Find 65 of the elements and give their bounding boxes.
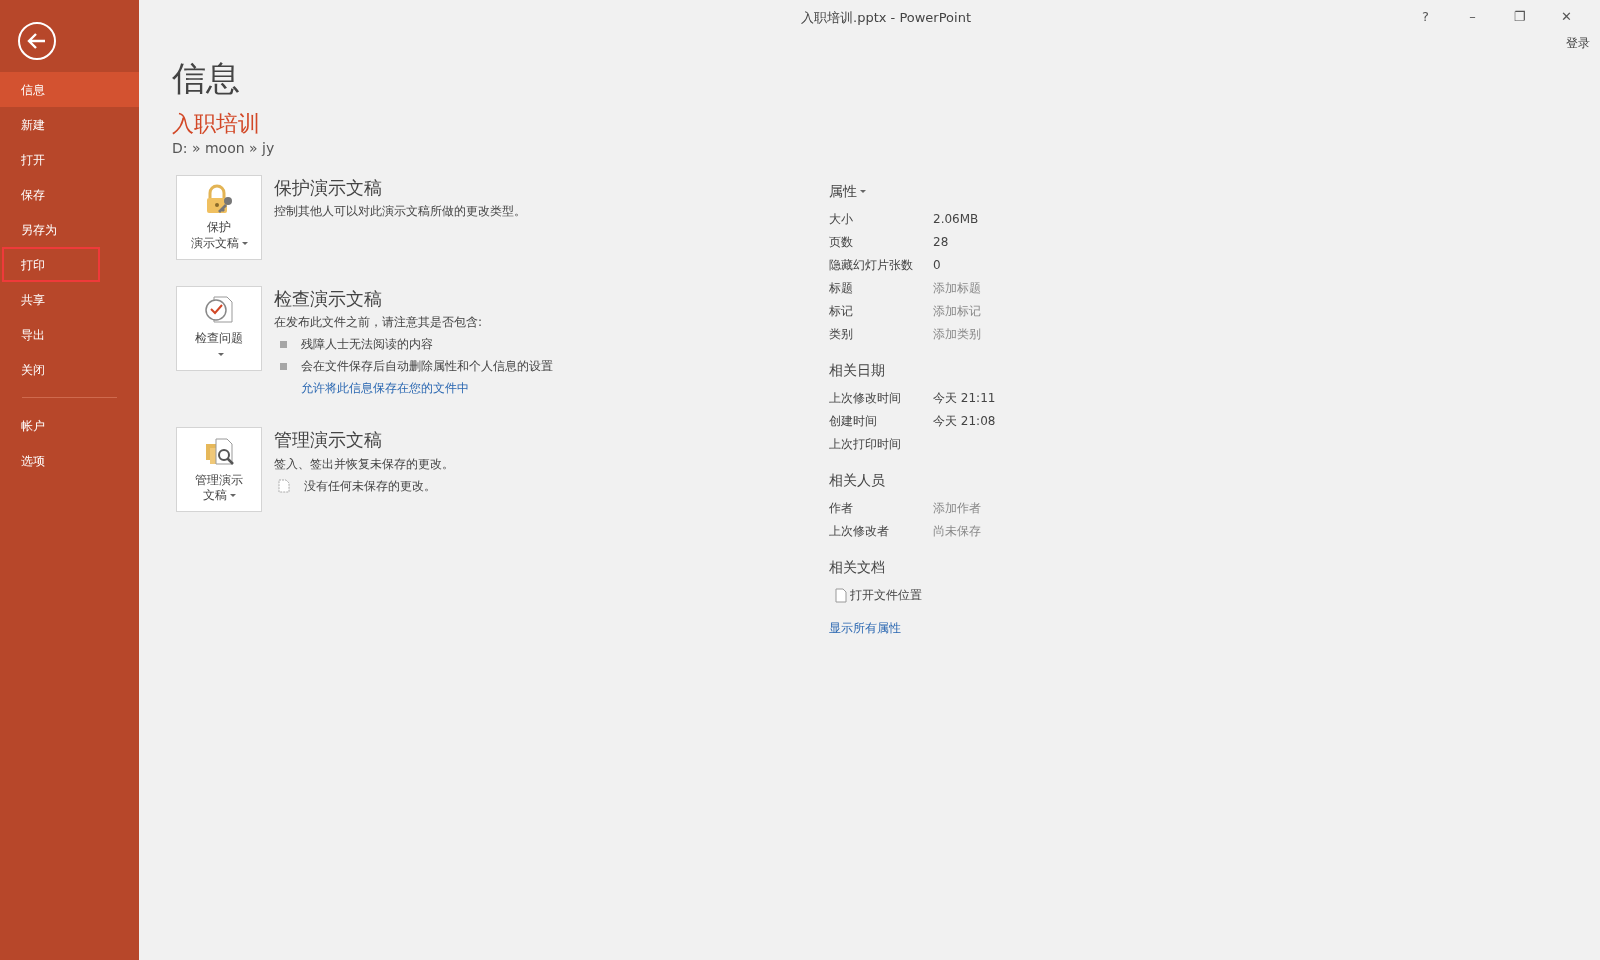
sidebar-item[interactable]: 信息: [0, 72, 139, 107]
sidebar-item[interactable]: 共享: [0, 282, 139, 317]
inspect-button[interactable]: 检查问题: [176, 285, 262, 371]
property-value[interactable]: 添加标记: [933, 302, 981, 321]
property-label: 标题: [829, 280, 854, 298]
page-title: 信息: [172, 60, 241, 98]
show-all-properties-link[interactable]: 显示所有属性: [829, 618, 901, 637]
sidebar-item[interactable]: 帐户: [0, 408, 139, 443]
protect-button[interactable]: 保护 演示文稿: [176, 174, 262, 260]
bullet-text: 残障人士无法阅读的内容: [301, 336, 433, 354]
document-path: D: » moon » jy: [172, 138, 276, 158]
property-value[interactable]: 添加标题: [933, 279, 981, 298]
sidebar-item[interactable]: 另存为: [0, 212, 139, 247]
note-text: 没有任何未保存的更改。: [304, 477, 436, 495]
section-title: 保护演示文稿: [274, 176, 383, 199]
property-value: 今天 21:08: [933, 413, 996, 431]
open-location-link[interactable]: 打开文件位置: [850, 586, 922, 605]
sidebar-item[interactable]: 打印: [2, 247, 100, 282]
restore-button[interactable]: ❐: [1496, 6, 1543, 28]
section-title: 管理演示文稿: [274, 429, 383, 451]
property-label: 页数: [829, 234, 854, 252]
sidebar-item[interactable]: 保存: [0, 177, 139, 212]
bullet-icon: [280, 362, 287, 370]
sidebar-item[interactable]: 打开: [0, 142, 139, 177]
bullet-text: 会在文件保存后自动删除属性和个人信息的设置: [301, 358, 553, 376]
property-value: 0: [933, 257, 941, 275]
bullet-icon: [280, 340, 287, 348]
minimize-button[interactable]: –: [1449, 6, 1496, 28]
sidebar-item[interactable]: 新建: [0, 107, 139, 142]
section-heading[interactable]: 属性: [829, 180, 1129, 202]
section-heading: 相关日期: [829, 360, 886, 380]
section-description: 控制其他人可以对此演示文稿所做的更改类型。: [274, 203, 526, 221]
sidebar-item[interactable]: 关闭: [0, 352, 139, 387]
manage-button[interactable]: 管理演示 文稿: [176, 427, 262, 513]
property-value: 28: [933, 234, 949, 252]
property-label: 作者: [829, 500, 854, 518]
sidebar-item[interactable]: 选项: [0, 443, 139, 478]
section-title: 检查演示文稿: [274, 287, 383, 310]
section-heading: 相关文档: [829, 557, 886, 577]
property-value[interactable]: 添加作者: [933, 499, 981, 518]
close-button[interactable]: ✕: [1543, 6, 1590, 28]
property-label: 上次修改时间: [829, 390, 902, 408]
property-label: 创建时间: [829, 413, 878, 431]
property-label: 隐藏幻灯片张数: [829, 257, 914, 275]
info-link[interactable]: 允许将此信息保存在您的文件中: [301, 379, 469, 398]
property-value[interactable]: 添加类别: [933, 325, 981, 344]
property-label: 上次打印时间: [829, 436, 902, 454]
property-value: 2.06MB: [933, 211, 979, 229]
sidebar-item[interactable]: 导出: [0, 317, 139, 352]
window-title: 入职培训.pptx - PowerPoint: [801, 9, 971, 27]
document-name: 入职培训: [172, 111, 261, 138]
document-icon: [835, 587, 847, 603]
back-button[interactable]: [18, 22, 56, 60]
document-icon: [278, 478, 290, 493]
property-label: 大小: [829, 211, 854, 229]
property-label: 类别: [829, 326, 854, 344]
section-description: 签入、签出并恢复未保存的更改。: [274, 455, 454, 473]
property-label: 标记: [829, 303, 854, 321]
property-value: 今天 21:11: [933, 390, 996, 408]
property-value[interactable]: 尚未保存: [933, 522, 981, 541]
section-heading: 相关人员: [829, 470, 886, 490]
sign-in-link[interactable]: 登录: [1566, 34, 1590, 52]
section-description: 在发布此文件之前，请注意其是否包含:: [274, 314, 484, 332]
property-label: 上次修改者: [829, 523, 890, 541]
help-button[interactable]: ?: [1402, 6, 1449, 28]
